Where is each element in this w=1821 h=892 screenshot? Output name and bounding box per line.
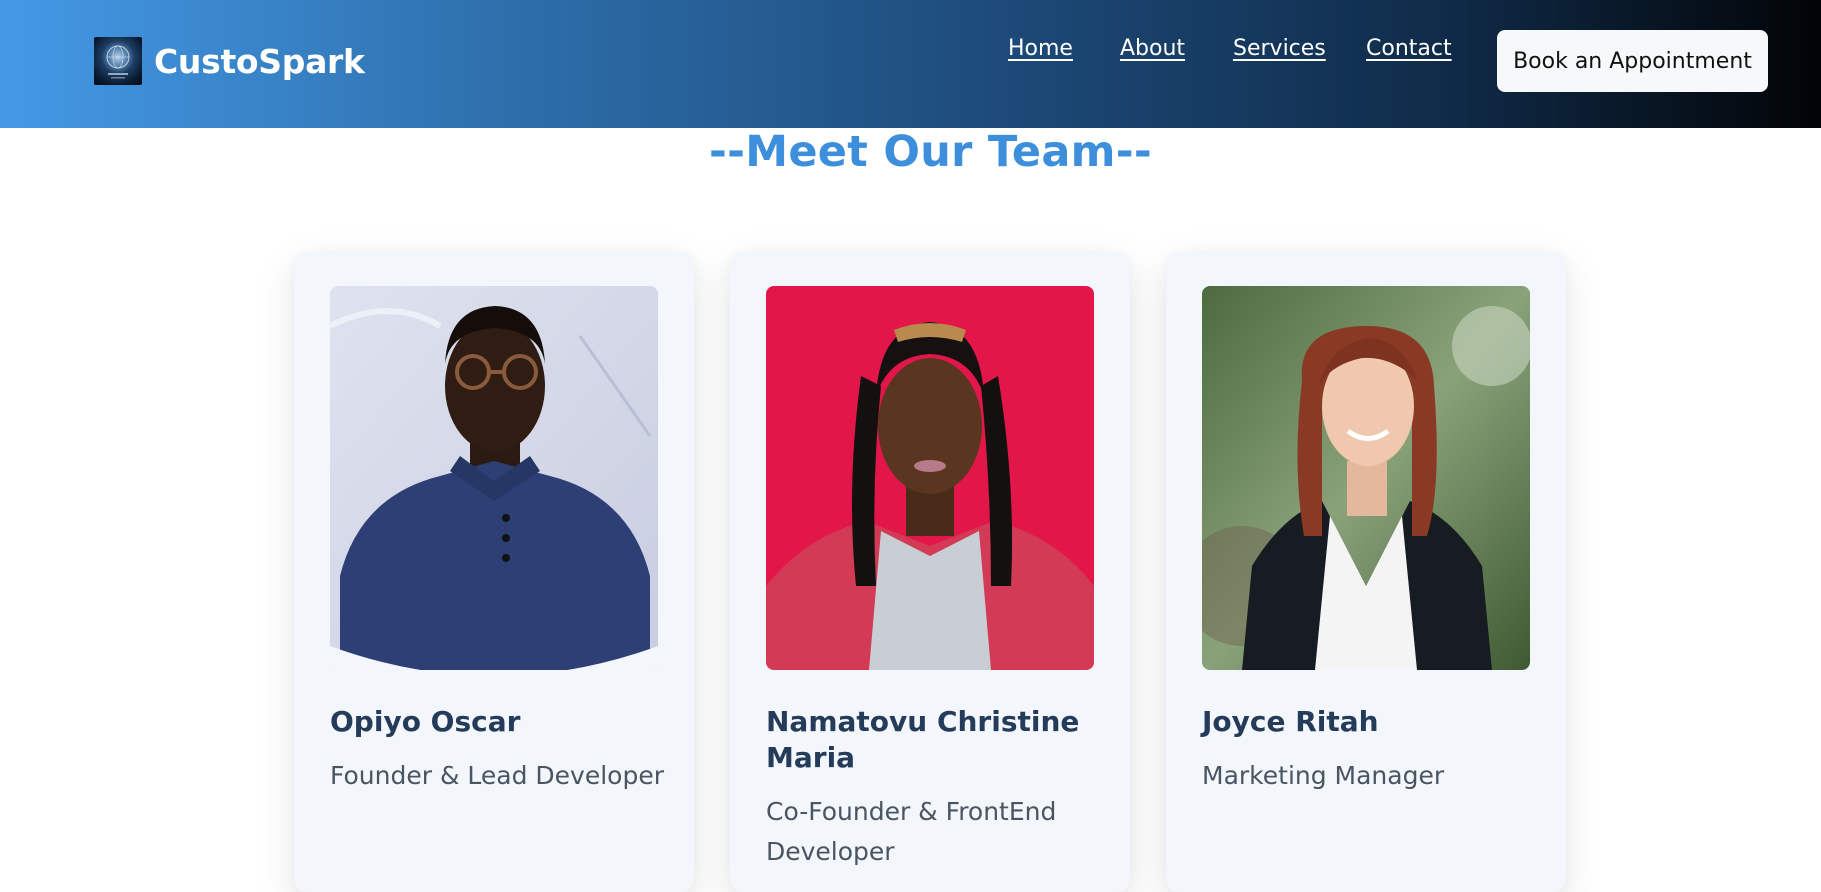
site-header: CustoSpark Home About Services Contact B…	[0, 0, 1821, 128]
team-card: Namatovu Christine Maria Co-Founder & Fr…	[730, 252, 1130, 892]
member-role: Founder & Lead Developer	[330, 761, 664, 790]
portrait-christine	[766, 286, 1094, 670]
portrait-photo	[766, 286, 1094, 670]
nav-about[interactable]: About	[1120, 36, 1185, 61]
book-appointment-button[interactable]: Book an Appointment	[1497, 30, 1768, 92]
portrait-oscar	[330, 286, 658, 670]
member-role: Co-Founder & FrontEnd Developer	[766, 797, 1057, 866]
portrait-photo	[330, 286, 658, 670]
member-role: Marketing Manager	[1202, 761, 1445, 790]
brand[interactable]: CustoSpark	[94, 37, 365, 85]
team-card: Opiyo Oscar Founder & Lead Developer	[294, 252, 694, 892]
team-card: Joyce Ritah Marketing Manager	[1166, 252, 1566, 892]
portrait-joyce	[1202, 286, 1530, 670]
nav-contact[interactable]: Contact	[1366, 36, 1452, 61]
globe-logo-icon	[94, 37, 142, 85]
nav-services[interactable]: Services	[1233, 36, 1326, 61]
nav-home[interactable]: Home	[1008, 36, 1073, 61]
member-name: Opiyo Oscar	[330, 705, 521, 738]
portrait-photo	[1202, 286, 1530, 670]
member-name: Joyce Ritah	[1202, 705, 1379, 738]
section-title: --Meet Our Team--	[708, 127, 1153, 177]
member-name: Namatovu Christine Maria	[766, 705, 1080, 774]
brand-name: CustoSpark	[154, 41, 365, 81]
